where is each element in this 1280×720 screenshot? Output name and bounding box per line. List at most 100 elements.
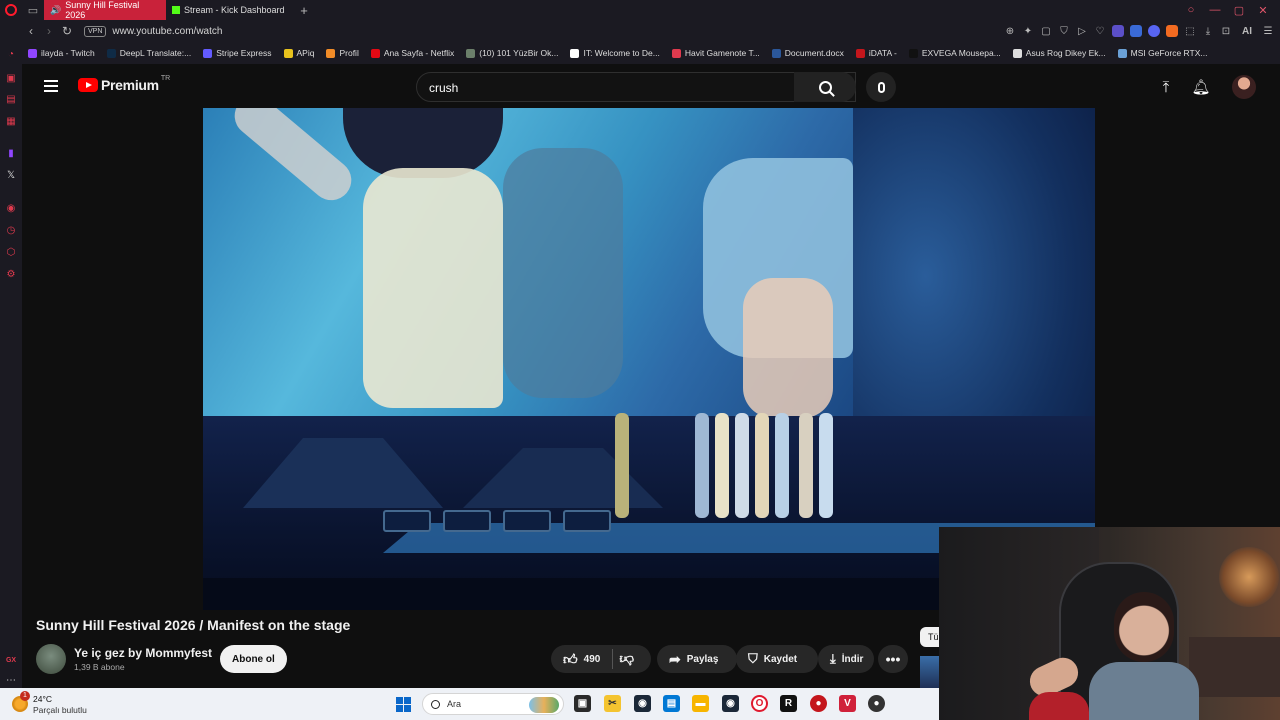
like-dislike-group: 👍︎ 490 👍︎ [551, 645, 651, 673]
search-input[interactable]: crush [429, 81, 458, 95]
discord-icon[interactable] [1148, 25, 1160, 37]
twitch-icon[interactable]: ▮ [5, 147, 17, 159]
like-count[interactable]: 490 [584, 654, 601, 665]
subscribe-button[interactable]: Abone ol [220, 645, 287, 673]
close-window-button[interactable]: ✕ [1256, 4, 1270, 17]
forward-button[interactable]: › [40, 24, 58, 38]
new-tab-button[interactable]: + [294, 3, 314, 18]
temperature[interactable]: 24°C [33, 694, 52, 704]
start-button[interactable] [396, 697, 411, 712]
youtube-premium-logo[interactable]: Premium TR [78, 75, 170, 93]
notifications-bell-icon[interactable]: 🔔︎ [1191, 77, 1211, 97]
sidebar-app-3-icon[interactable]: ▦ [5, 115, 17, 127]
bookmark-item[interactable]: IT: Welcome to De... [570, 48, 660, 58]
dislike-icon[interactable]: 👍︎ [619, 651, 634, 668]
extension-3-icon[interactable] [1166, 25, 1178, 37]
download-icon[interactable]: ⤓ [1202, 25, 1214, 37]
bookmark-item[interactable]: iDATA - [855, 48, 897, 58]
settings-icon[interactable]: ⚙ [5, 268, 17, 280]
bookmark-item[interactable]: Ana Sayfa - Netflix [370, 48, 454, 58]
tab-label: Sunny Hill Festival 2026 [65, 0, 140, 20]
save-button[interactable]: ⛉ Kaydet [736, 645, 818, 673]
menu-icon[interactable]: ☰ [1262, 25, 1274, 37]
maximize-button[interactable]: ▢ [1232, 4, 1246, 17]
bookmark-favicon-icon [466, 48, 476, 58]
workspaces-icon[interactable]: ▭ [22, 0, 44, 20]
easy-setup-icon[interactable]: ⊡ [1220, 25, 1232, 37]
sidebar-app-1-icon[interactable]: ▣ [5, 72, 17, 84]
bookmark-item[interactable]: Document.docx [771, 48, 844, 58]
search-box[interactable]: crush ✕ [416, 72, 856, 102]
app-red-icon[interactable]: ● [810, 695, 827, 712]
bookmark-item[interactable]: Stripe Express [203, 48, 272, 58]
bookmark-item[interactable]: APiq [283, 48, 314, 58]
bookmark-item[interactable]: Asus Rog Dikey Ek... [1012, 48, 1106, 58]
opera-logo-icon[interactable] [0, 0, 22, 20]
channel-avatar[interactable] [36, 644, 66, 674]
gx-icon[interactable]: GX [5, 654, 17, 666]
bookmark-item[interactable]: EXVEGA Mousepa... [908, 48, 1001, 58]
youtube-play-icon [78, 78, 98, 92]
snipping-tool-icon[interactable]: ✂ [604, 695, 621, 712]
pin-icon[interactable]: ✦ [1022, 25, 1034, 37]
search-button[interactable] [794, 72, 856, 102]
sidebar-app-2-icon[interactable]: ▤ [5, 93, 17, 105]
play-icon[interactable]: ▷ [1076, 25, 1088, 37]
bookmark-item[interactable]: Profil [326, 48, 359, 58]
minimize-button[interactable]: — [1208, 4, 1222, 16]
search-tabs-icon[interactable]: ○ [1184, 4, 1198, 16]
search-placeholder: Ara [447, 699, 462, 709]
upload-icon[interactable]: ⤒ [1156, 77, 1176, 97]
heart-icon[interactable]: ♡ [1094, 25, 1106, 37]
pinboard-icon[interactable]: ⬡ [5, 246, 17, 258]
app-v-icon[interactable]: V [839, 695, 856, 712]
tab-kick-dashboard[interactable]: Stream - Kick Dashboard [166, 0, 294, 20]
extensions-icon[interactable]: ⬚ [1184, 25, 1196, 37]
bookmark-item[interactable]: (10) 101 YüzBir Ok... [466, 48, 558, 58]
more-icon[interactable]: ⋯ [5, 674, 17, 686]
related-video-thumbnail[interactable] [920, 656, 940, 688]
vpn-badge[interactable]: VPN [84, 25, 107, 37]
steam-2-icon[interactable]: ◉ [722, 695, 739, 712]
store-icon[interactable]: ▤ [663, 695, 680, 712]
shield-icon[interactable]: ⛉ [1058, 25, 1070, 37]
opera-gx-icon[interactable]: O [751, 695, 768, 712]
snapshot-icon[interactable]: ▢ [1040, 25, 1052, 37]
taskbar-search[interactable]: Ara [422, 693, 564, 715]
webcam-overlay [939, 527, 1280, 720]
bookmark-item[interactable]: Havit Gamenote T... [671, 48, 760, 58]
app-record-icon[interactable]: ● [868, 695, 885, 712]
download-button[interactable]: ⤓ İndir [818, 645, 874, 673]
like-icon[interactable]: 👍︎ [563, 651, 578, 668]
voice-search-button[interactable] [866, 72, 896, 102]
rockstar-icon[interactable]: R [780, 695, 797, 712]
guide-menu-icon[interactable] [44, 80, 58, 95]
x-icon[interactable]: 𝕏 [5, 169, 17, 181]
share-button[interactable]: ➦ Paylaş [657, 645, 737, 673]
bookmark-favicon-icon [855, 48, 865, 58]
bookmark-item[interactable]: ilayda - Twitch [28, 48, 95, 58]
bookmark-item[interactable]: DeepL Translate:... [106, 48, 191, 58]
tab-sunny-hill[interactable]: 🔊 Sunny Hill Festival 2026 [44, 0, 166, 20]
channel-name[interactable]: Ye iç gez by Mommyfest [74, 646, 212, 660]
ai-icon[interactable]: AI [1238, 25, 1256, 37]
player-icon[interactable]: ◉ [5, 202, 17, 214]
steam-icon[interactable]: ◉ [634, 695, 651, 712]
weather-condition[interactable]: Parçalı bulutlu [33, 705, 87, 715]
account-avatar[interactable] [1232, 75, 1256, 99]
more-icon: ••• [885, 651, 901, 667]
extension-1-icon[interactable] [1112, 25, 1124, 37]
bookmark-item[interactable]: MSI GeForce RTX... [1117, 48, 1207, 58]
zoom-icon[interactable]: ⊕ [1004, 25, 1016, 37]
history-icon[interactable]: ◷ [5, 224, 17, 236]
microphone-icon [877, 81, 885, 93]
extension-2-icon[interactable] [1130, 25, 1142, 37]
task-view-icon[interactable]: ▣ [574, 695, 591, 712]
back-button[interactable]: ‹ [22, 24, 40, 38]
more-actions-button[interactable]: ••• [878, 645, 908, 673]
url-field[interactable]: www.youtube.com/watch [112, 26, 222, 37]
reload-button[interactable]: ↻ [58, 24, 76, 38]
file-explorer-icon[interactable]: ▬ [692, 695, 709, 712]
search-icon [818, 80, 832, 94]
aria-icon[interactable]: ◔ [5, 48, 17, 60]
